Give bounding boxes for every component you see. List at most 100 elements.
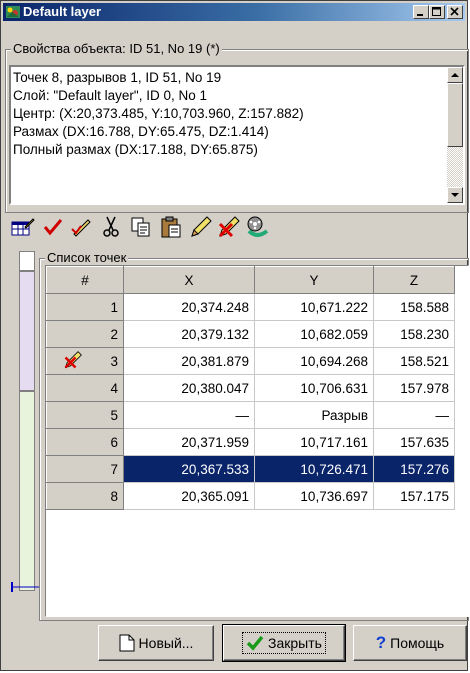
cut-icon: [103, 216, 119, 237]
new-button-label: Новый...: [138, 635, 194, 651]
cell-y[interactable]: 10,694.268: [254, 347, 374, 375]
scroll-thumb[interactable]: [447, 83, 463, 147]
column-header-y[interactable]: Y: [254, 266, 374, 294]
window-title: Default layer: [23, 4, 102, 19]
memo-scrollbar[interactable]: [447, 67, 463, 203]
table-row[interactable]: 6 20,371.959 10,717.161 157.635: [46, 428, 455, 456]
row-number[interactable]: 2: [46, 320, 124, 348]
info-line: Полный размах (DX:17.188, DY:65.875): [13, 142, 258, 157]
minimize-button[interactable]: [413, 5, 429, 19]
paste-icon: [161, 216, 181, 238]
side-strip: [19, 271, 35, 391]
table-row[interactable]: 8 20,365.091 10,736.697 157.175: [46, 482, 455, 510]
cell-x[interactable]: 20,367.533: [123, 455, 255, 483]
cell-y[interactable]: 10,671.222: [254, 293, 374, 321]
pencil-delete-button[interactable]: [215, 213, 243, 241]
check-button[interactable]: [39, 213, 67, 241]
app-icon: [6, 6, 20, 18]
properties-legend: Свойства объекта: ID 51, No 19 (*): [11, 41, 222, 56]
cell-x[interactable]: 20,380.047: [123, 374, 255, 402]
maximize-button[interactable]: [429, 5, 445, 19]
table-row[interactable]: 1 20,374.248 10,671.222 158.588: [46, 293, 455, 321]
cut-button[interactable]: [97, 213, 125, 241]
new-button[interactable]: Новый...: [98, 625, 214, 661]
row-number[interactable]: 6: [46, 428, 124, 456]
cell-x[interactable]: —: [123, 401, 255, 429]
row-number[interactable]: 7: [46, 455, 124, 483]
cell-x[interactable]: 20,374.248: [123, 293, 255, 321]
toolbar: [9, 209, 465, 245]
help-button-label: Помощь: [390, 635, 445, 651]
info-line: Размах (DX:16.788, DY:65.475, DZ:1.414): [13, 124, 269, 139]
copy-button[interactable]: [127, 213, 155, 241]
help-button[interactable]: ? Помощь: [353, 625, 467, 661]
points-table[interactable]: # X Y Z 1 20,374.248 10,671.222 158.588 …: [45, 265, 469, 617]
arrow-down-icon: [451, 193, 459, 197]
close-dialog-button[interactable]: Закрыть: [222, 624, 346, 662]
cell-y[interactable]: 10,726.471: [254, 455, 374, 483]
table-row[interactable]: 4 20,380.047 10,706.631 157.978: [46, 374, 455, 402]
arrow-up-icon: [451, 73, 459, 77]
points-grid: # X Y Z 1 20,374.248 10,671.222 158.588 …: [46, 266, 455, 510]
row-number[interactable]: 1: [46, 293, 124, 321]
minimize-icon: [417, 14, 423, 16]
table-row-selected[interactable]: 7 20,367.533 10,726.471 157.276: [46, 455, 455, 483]
side-strip: [19, 251, 35, 271]
scroll-down-button[interactable]: [447, 187, 463, 203]
column-header-x[interactable]: X: [123, 266, 255, 294]
copy-icon: [131, 217, 150, 237]
new-document-icon: [119, 634, 135, 652]
row-number[interactable]: 5: [46, 401, 124, 429]
cell-y[interactable]: 10,682.059: [254, 320, 374, 348]
pencil-delete-icon: [218, 216, 240, 238]
check-icon: [246, 635, 264, 651]
table-row-break[interactable]: 5 — Разрыв —: [46, 401, 455, 429]
column-header-number[interactable]: #: [46, 266, 124, 294]
table-row[interactable]: 2 20,379.132 10,682.059 158.230: [46, 320, 455, 348]
pencil-check-icon: [71, 219, 91, 237]
pencil-button[interactable]: [187, 213, 215, 241]
pencil-check-button[interactable]: [67, 213, 95, 241]
points-legend: Список точек: [45, 250, 129, 265]
row-number[interactable]: 4: [46, 374, 124, 402]
cell-y[interactable]: 10,706.631: [254, 374, 374, 402]
edit-table-button[interactable]: [9, 213, 37, 241]
scroll-up-button[interactable]: [447, 67, 463, 83]
row-number-marked[interactable]: 3: [46, 347, 124, 375]
cell-z[interactable]: 158.521: [373, 347, 455, 375]
film-reel-button[interactable]: [243, 213, 271, 241]
cell-z[interactable]: 157.175: [373, 482, 455, 510]
cell-z[interactable]: 158.588: [373, 293, 455, 321]
check-icon: [43, 219, 63, 236]
dialog-window: Default layer Свойства объекта: ID 51, N…: [0, 0, 469, 671]
cell-x[interactable]: 20,379.132: [123, 320, 255, 348]
close-button[interactable]: [447, 5, 463, 19]
cell-z[interactable]: —: [373, 401, 455, 429]
cell-y[interactable]: 10,736.697: [254, 482, 374, 510]
maximize-icon: [432, 7, 441, 16]
edit-table-icon: [11, 218, 35, 236]
table-row[interactable]: 3 20,381.879 10,694.268 158.521: [46, 347, 455, 375]
close-icon: [450, 7, 459, 16]
film-reel-icon: [247, 216, 269, 237]
properties-memo[interactable]: Точек 8, разрывов 1, ID 51, No 19 Слой: …: [9, 65, 465, 205]
cell-z[interactable]: 157.635: [373, 428, 455, 456]
side-panel: [11, 251, 41, 611]
row-number[interactable]: 8: [46, 482, 124, 510]
info-line: Слой: "Default layer", ID 0, No 1: [13, 88, 207, 103]
paste-button[interactable]: [157, 213, 185, 241]
info-line: Центр: (X:20,373.485, Y:10,703.960, Z:15…: [13, 106, 304, 121]
cell-z[interactable]: 157.276: [373, 455, 455, 483]
close-dialog-button-label: Закрыть: [268, 635, 322, 651]
cell-x[interactable]: 20,365.091: [123, 482, 255, 510]
cell-x[interactable]: 20,381.879: [123, 347, 255, 375]
cell-z[interactable]: 157.978: [373, 374, 455, 402]
range-marker-icon: [11, 582, 41, 592]
cell-x[interactable]: 20,371.959: [123, 428, 255, 456]
column-header-z[interactable]: Z: [373, 266, 455, 294]
cell-z[interactable]: 158.230: [373, 320, 455, 348]
pencil-icon: [191, 216, 212, 237]
cell-y[interactable]: Разрыв: [254, 401, 374, 429]
title-bar[interactable]: Default layer: [3, 3, 465, 21]
cell-y[interactable]: 10,717.161: [254, 428, 374, 456]
